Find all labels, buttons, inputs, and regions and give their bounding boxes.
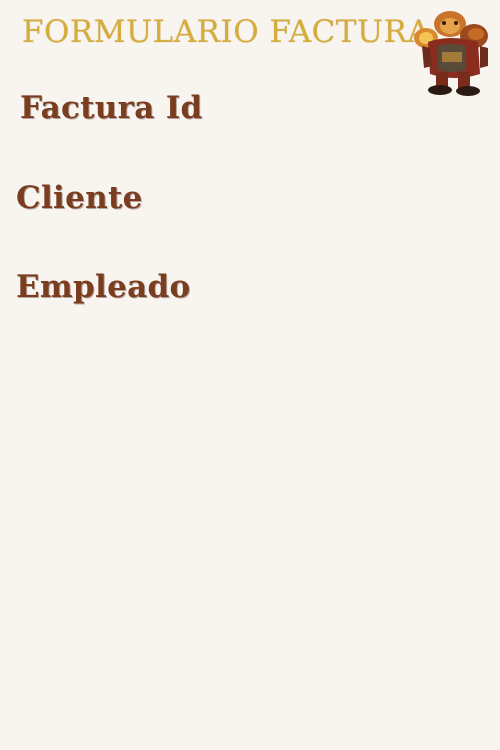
bear-warrior-icon	[414, 11, 488, 96]
page-title: FORMULARIO FACTURA	[22, 14, 431, 50]
header: FORMULARIO FACTURA	[0, 0, 500, 100]
field-label-factura-id: Factura Id	[20, 90, 203, 126]
field-label-cliente: Cliente	[16, 180, 143, 216]
field-label-empleado: Empleado	[16, 269, 191, 305]
invoice-form-page: FORMULARIO FACTURA Factura Id Cliente Em…	[0, 0, 500, 750]
